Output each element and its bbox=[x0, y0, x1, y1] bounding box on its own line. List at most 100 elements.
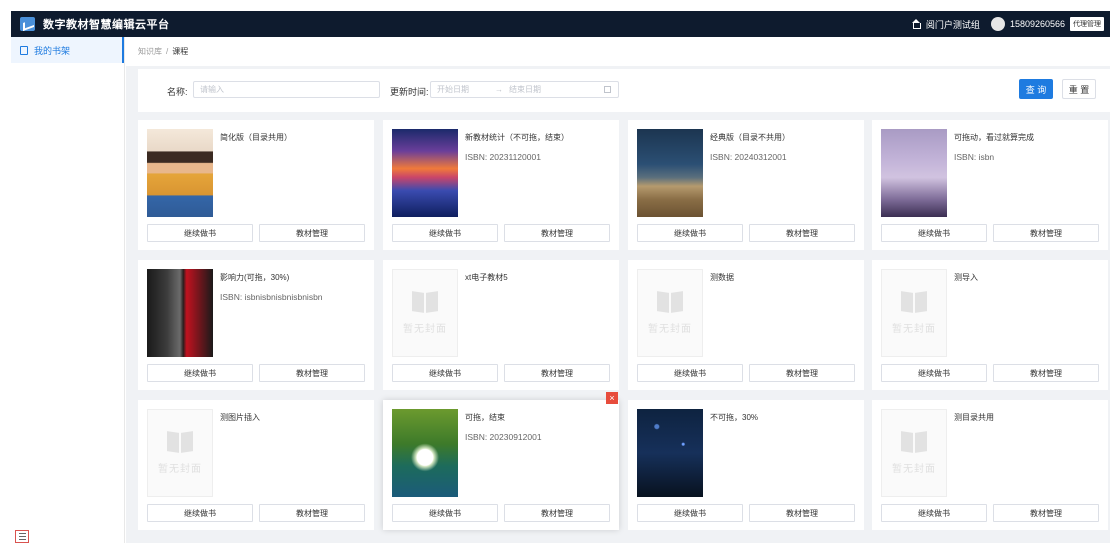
collapse-sidebar-icon[interactable] bbox=[15, 530, 29, 543]
textbook-manage-button[interactable]: 教材管理 bbox=[749, 224, 855, 242]
close-icon[interactable]: × bbox=[606, 392, 618, 404]
book-cover-placeholder[interactable]: 暂无封面 bbox=[881, 269, 947, 357]
sidebar-item-label: 我的书架 bbox=[34, 45, 71, 56]
start-date-input[interactable]: 开始日期 bbox=[437, 84, 469, 95]
top-bar: 数字教材智慧编辑云平台 阅门户测试组 15809260566 代理管理 bbox=[11, 11, 1110, 37]
book-isbn: ISBN: isbnisbnisbnisbnisbn bbox=[220, 292, 323, 302]
book-placeholder-icon bbox=[657, 292, 683, 312]
book-cover-image[interactable] bbox=[881, 129, 947, 217]
avatar[interactable] bbox=[990, 17, 1005, 31]
book-cover-placeholder[interactable]: 暂无封面 bbox=[392, 269, 458, 357]
name-input[interactable]: 请输入 bbox=[193, 81, 380, 98]
book-card[interactable]: 不可拖，30% 继续做书 教材管理 bbox=[628, 400, 864, 530]
textbook-manage-button[interactable]: 教材管理 bbox=[259, 224, 365, 242]
no-cover-text: 暂无封面 bbox=[158, 463, 202, 475]
book-cover-image[interactable] bbox=[637, 129, 703, 217]
book-title: 经典版（目录不共用） bbox=[710, 133, 790, 142]
home-icon[interactable] bbox=[911, 19, 921, 29]
textbook-manage-button[interactable]: 教材管理 bbox=[749, 364, 855, 382]
top-right-area: 阅门户测试组 15809260566 代理管理 bbox=[911, 11, 1104, 37]
continue-editing-button[interactable]: 继续做书 bbox=[392, 364, 498, 382]
book-card[interactable]: 暂无封面 测目录共用继续做书 教材管理 bbox=[872, 400, 1108, 530]
book-cover-image[interactable] bbox=[147, 269, 213, 357]
book-title: 测图片插入 bbox=[220, 413, 260, 422]
continue-editing-button[interactable]: 继续做书 bbox=[637, 504, 743, 522]
no-cover-text: 暂无封面 bbox=[648, 323, 692, 335]
continue-editing-button[interactable]: 继续做书 bbox=[392, 224, 498, 242]
book-cover-placeholder[interactable]: 暂无封面 bbox=[147, 409, 213, 497]
continue-editing-button[interactable]: 继续做书 bbox=[392, 504, 498, 522]
continue-editing-button[interactable]: 继续做书 bbox=[637, 364, 743, 382]
continue-editing-button[interactable]: 继续做书 bbox=[637, 224, 743, 242]
no-cover-text: 暂无封面 bbox=[892, 323, 936, 335]
no-cover-text: 暂无封面 bbox=[892, 463, 936, 475]
book-title: 测导入 bbox=[954, 273, 978, 282]
role-badge[interactable]: 代理管理 bbox=[1070, 17, 1104, 31]
range-separator: → bbox=[495, 85, 503, 94]
continue-editing-button[interactable]: 继续做书 bbox=[881, 224, 987, 242]
book-card[interactable]: 暂无封面 测数据继续做书 教材管理 bbox=[628, 260, 864, 390]
book-cover-image[interactable] bbox=[147, 129, 213, 217]
book-title: 不可拖，30% bbox=[710, 413, 759, 422]
book-title: 简化版（目录共用） bbox=[220, 133, 292, 142]
book-card[interactable]: 暂无封面 测导入继续做书 教材管理 bbox=[872, 260, 1108, 390]
update-time-label: 更新时间: bbox=[390, 87, 429, 97]
textbook-manage-button[interactable]: 教材管理 bbox=[504, 364, 610, 382]
user-phone[interactable]: 15809260566 bbox=[1010, 19, 1065, 29]
textbook-manage-button[interactable]: 教材管理 bbox=[993, 364, 1099, 382]
book-cover-placeholder[interactable]: 暂无封面 bbox=[881, 409, 947, 497]
book-card[interactable]: 经典版（目录不共用） ISBN: 20240312001 继续做书 教材管理 bbox=[628, 120, 864, 250]
book-card[interactable]: 简化版（目录共用） 继续做书 教材管理 bbox=[138, 120, 374, 250]
book-card[interactable]: 可拖动，看过就算完成 ISBN: isbn 继续做书 教材管理 bbox=[872, 120, 1108, 250]
book-isbn: ISBN: 20230912001 bbox=[465, 432, 542, 442]
book-cover-image[interactable] bbox=[392, 409, 458, 497]
continue-editing-button[interactable]: 继续做书 bbox=[881, 504, 987, 522]
date-range-picker[interactable]: 开始日期 → 结束日期 bbox=[430, 81, 619, 98]
textbook-manage-button[interactable]: 教材管理 bbox=[993, 224, 1099, 242]
book-isbn: ISBN: isbn bbox=[954, 152, 995, 162]
name-label: 名称: bbox=[167, 87, 188, 97]
no-cover-text: 暂无封面 bbox=[403, 323, 447, 335]
calendar-icon bbox=[604, 86, 611, 93]
textbook-manage-button[interactable]: 教材管理 bbox=[504, 224, 610, 242]
sidebar-item-bookshelf[interactable]: 我的书架 bbox=[11, 37, 124, 63]
book-card[interactable]: 影响力(可拖，30%) ISBN: isbnisbnisbnisbnisbn 继续做… bbox=[138, 260, 374, 390]
textbook-manage-button[interactable]: 教材管理 bbox=[259, 364, 365, 382]
textbook-manage-button[interactable]: 教材管理 bbox=[259, 504, 365, 522]
breadcrumb: 知识库 / 课程 bbox=[126, 37, 1110, 66]
book-title: 可拖，结束 bbox=[465, 413, 505, 422]
book-cover-placeholder[interactable]: 暂无封面 bbox=[637, 269, 703, 357]
textbook-manage-button[interactable]: 教材管理 bbox=[749, 504, 855, 522]
continue-editing-button[interactable]: 继续做书 bbox=[147, 364, 253, 382]
end-date-input[interactable]: 结束日期 bbox=[509, 84, 541, 95]
continue-editing-button[interactable]: 继续做书 bbox=[147, 504, 253, 522]
book-isbn: ISBN: 20231120001 bbox=[465, 152, 541, 162]
book-title: 测目录共用 bbox=[954, 413, 994, 422]
continue-editing-button[interactable]: 继续做书 bbox=[881, 364, 987, 382]
book-title: 测数据 bbox=[710, 273, 734, 282]
book-title: 影响力(可拖，30%) bbox=[220, 273, 290, 282]
book-card[interactable]: 暂无封面 测图片插入继续做书 教材管理 bbox=[138, 400, 374, 530]
textbook-manage-button[interactable]: 教材管理 bbox=[504, 504, 610, 522]
portal-link[interactable]: 阅门户测试组 bbox=[926, 18, 980, 31]
continue-editing-button[interactable]: 继续做书 bbox=[147, 224, 253, 242]
main-content: 知识库 / 课程 名称: 请输入 更新时间: 开始日期 → 结束日期 查 询 重… bbox=[126, 37, 1110, 543]
book-placeholder-icon bbox=[901, 432, 927, 452]
book-cover-image[interactable] bbox=[637, 409, 703, 497]
reset-button[interactable]: 重 置 bbox=[1062, 79, 1096, 99]
breadcrumb-parent[interactable]: 知识库 bbox=[138, 46, 162, 57]
book-card[interactable]: 暂无封面 xt电子教材5 继续做书 教材管理 bbox=[383, 260, 619, 390]
query-button[interactable]: 查 询 bbox=[1019, 79, 1053, 99]
book-title: 新教材统计（不可拖，结束） bbox=[465, 133, 569, 142]
app-title: 数字教材智慧编辑云平台 bbox=[43, 19, 170, 31]
book-card[interactable]: 新教材统计（不可拖，结束） ISBN: 20231120001 继续做书 教材管理 bbox=[383, 120, 619, 250]
breadcrumb-separator: / bbox=[166, 47, 169, 56]
textbook-manage-button[interactable]: 教材管理 bbox=[993, 504, 1099, 522]
book-cover-image[interactable] bbox=[392, 129, 458, 217]
book-placeholder-icon bbox=[901, 292, 927, 312]
book-placeholder-icon bbox=[167, 432, 193, 452]
book-title: 可拖动，看过就算完成 bbox=[954, 133, 1034, 142]
sidebar: 我的书架 bbox=[11, 37, 125, 543]
book-card[interactable]: 可拖，结束 ISBN: 20230912001 继续做书 教材管理 × bbox=[383, 392, 619, 530]
book-isbn: ISBN: 20240312001 bbox=[710, 152, 787, 162]
